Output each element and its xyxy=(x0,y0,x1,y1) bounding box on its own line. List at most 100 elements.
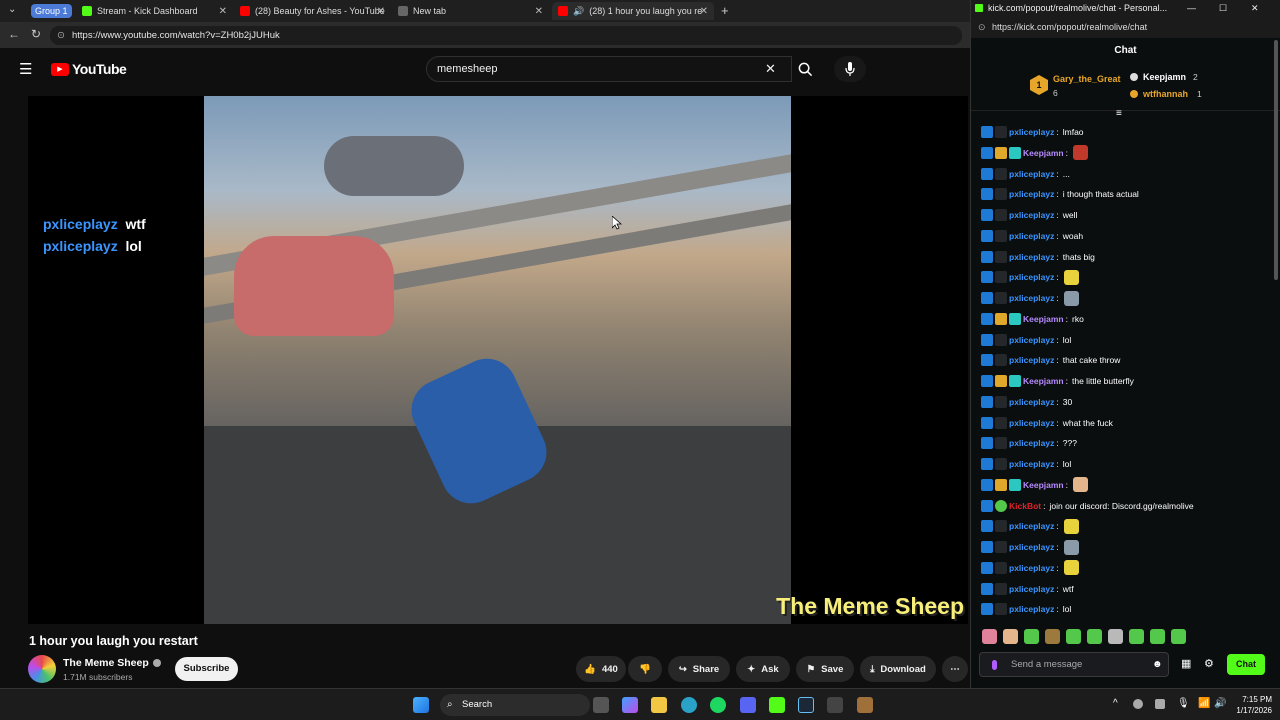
chat-username[interactable]: pxliceplayz xyxy=(1009,563,1054,573)
chat-username[interactable]: pxliceplayz xyxy=(1009,127,1054,137)
download-button[interactable]: ⤓ Download xyxy=(860,656,936,682)
taskbar-search[interactable]: ⌕ Search xyxy=(440,694,590,716)
message-input[interactable]: Send a message ☻ xyxy=(979,652,1169,677)
close-icon[interactable]: ✕ xyxy=(219,6,227,17)
emote-icon[interactable] xyxy=(1045,629,1060,644)
dislike-button[interactable]: 👎 xyxy=(628,656,662,682)
tray-icon[interactable] xyxy=(1133,699,1143,709)
site-info-icon[interactable]: ⊙ xyxy=(57,26,65,45)
minimize-icon[interactable]: — xyxy=(1187,0,1196,16)
tab-beauty-for-ashes[interactable]: (28) Beauty for Ashes - YouTube ✕ xyxy=(234,2,391,20)
chat-username[interactable]: pxliceplayz xyxy=(1009,459,1054,469)
chat-username[interactable]: Keepjamn xyxy=(1023,480,1064,490)
reload-icon[interactable]: ↻ xyxy=(31,27,41,41)
search-input[interactable]: memesheep ✕ xyxy=(426,56,792,82)
more-actions-button[interactable]: ⋯ xyxy=(942,656,968,682)
app-icon[interactable] xyxy=(857,697,873,713)
settings-icon[interactable]: ⚙ xyxy=(1204,657,1214,670)
emoji-picker-icon[interactable]: ☻ xyxy=(1152,659,1163,670)
windows-start-icon[interactable] xyxy=(413,697,429,713)
ask-button[interactable]: ✦ Ask xyxy=(736,656,790,682)
emote-icon[interactable] xyxy=(982,629,997,644)
emote-icon[interactable] xyxy=(1150,629,1165,644)
collapse-leaderboard-icon[interactable]: ≡ xyxy=(1116,108,1122,119)
search-button[interactable] xyxy=(792,56,818,82)
back-icon[interactable]: ← xyxy=(8,27,20,41)
close-icon[interactable]: ✕ xyxy=(700,6,708,17)
send-chat-button[interactable]: Chat xyxy=(1227,654,1265,675)
chat-username[interactable]: pxliceplayz xyxy=(1009,438,1054,448)
chat-username[interactable]: pxliceplayz xyxy=(1009,210,1054,220)
edge-icon[interactable] xyxy=(681,697,697,713)
menu-icon[interactable]: ☰ xyxy=(19,60,32,78)
close-icon[interactable]: ✕ xyxy=(377,6,385,17)
wifi-icon[interactable]: 📶 xyxy=(1198,698,1210,709)
chat-username[interactable]: pxliceplayz xyxy=(1009,355,1054,365)
clock[interactable]: 7:15 PM 1/17/2026 xyxy=(1228,694,1272,716)
emote-icon[interactable] xyxy=(1066,629,1081,644)
chat-username[interactable]: pxliceplayz xyxy=(1009,252,1054,262)
chat-username[interactable]: pxliceplayz xyxy=(1009,189,1054,199)
tab-group-chip[interactable]: Group 1 xyxy=(31,4,72,18)
voice-search-button[interactable] xyxy=(834,56,866,82)
chat-username[interactable]: KickBot xyxy=(1009,501,1041,511)
maximize-icon[interactable]: ☐ xyxy=(1219,0,1227,16)
chat-message: pxliceplayz:??? xyxy=(981,435,1077,451)
chat-username[interactable]: pxliceplayz xyxy=(1009,418,1054,428)
save-button[interactable]: ⚑ Save xyxy=(796,656,854,682)
emote-icon[interactable] xyxy=(1024,629,1039,644)
chat-url-bar[interactable]: ⊙ https://kick.com/popout/realmolive/cha… xyxy=(971,16,1280,38)
file-explorer-icon[interactable] xyxy=(651,697,667,713)
chat-username[interactable]: pxliceplayz xyxy=(1009,231,1054,241)
like-button[interactable]: 👍 440 xyxy=(576,656,626,682)
chat-scrollbar[interactable] xyxy=(1274,40,1278,280)
url-field[interactable]: ⊙ https://www.youtube.com/watch?v=ZH0b2j… xyxy=(50,26,962,45)
volume-icon[interactable]: 🔊 xyxy=(1214,698,1226,709)
tab-list-icon[interactable]: ⌄ xyxy=(8,4,16,15)
chat-username[interactable]: pxliceplayz xyxy=(1009,169,1054,179)
youtube-logo[interactable]: ▶ YouTube xyxy=(51,61,127,77)
emote-icon[interactable] xyxy=(1129,629,1144,644)
tab-kick-dashboard[interactable]: Stream - Kick Dashboard ✕ xyxy=(76,2,233,20)
chat-username[interactable]: pxliceplayz xyxy=(1009,521,1054,531)
chat-username[interactable]: pxliceplayz xyxy=(1009,542,1054,552)
obs-icon[interactable] xyxy=(827,697,843,713)
video-player[interactable]: pxliceplayz wtf pxliceplayz lol The Meme… xyxy=(28,96,968,624)
chat-username[interactable]: pxliceplayz xyxy=(1009,293,1054,303)
close-window-icon[interactable]: ✕ xyxy=(1251,0,1259,16)
channel-avatar[interactable] xyxy=(28,655,56,683)
chat-username[interactable]: Keepjamn xyxy=(1023,148,1064,158)
tray-icon[interactable] xyxy=(1155,699,1165,709)
chat-username[interactable]: pxliceplayz xyxy=(1009,604,1054,614)
chat-username[interactable]: pxliceplayz xyxy=(1009,584,1054,594)
clear-search-icon[interactable]: ✕ xyxy=(765,57,776,81)
steam-icon[interactable] xyxy=(798,697,814,713)
ask-label: Ask xyxy=(761,663,779,675)
tab-new-tab[interactable]: New tab ✕ xyxy=(392,2,549,20)
kick-app-icon[interactable] xyxy=(769,697,785,713)
copilot-icon[interactable] xyxy=(622,697,638,713)
close-icon[interactable]: ✕ xyxy=(535,6,543,17)
subscribe-button[interactable]: Subscribe xyxy=(175,657,238,681)
channel-name[interactable]: The Meme Sheep xyxy=(63,657,161,669)
chat-username[interactable]: Keepjamn xyxy=(1023,314,1064,324)
discord-icon[interactable] xyxy=(740,697,756,713)
new-tab-icon[interactable]: + xyxy=(721,3,729,18)
tray-chevron-icon[interactable]: ^ xyxy=(1113,698,1118,709)
search-value: memesheep xyxy=(437,63,498,75)
share-button[interactable]: ↪ Share xyxy=(668,656,730,682)
emote-icon[interactable] xyxy=(1003,629,1018,644)
store-icon[interactable]: ▦ xyxy=(1181,657,1191,670)
emote-icon[interactable] xyxy=(1171,629,1186,644)
emote-icon[interactable] xyxy=(1108,629,1123,644)
chat-username[interactable]: Keepjamn xyxy=(1023,376,1064,386)
emote-icon[interactable] xyxy=(1087,629,1102,644)
microphone-icon[interactable]: 🎙 xyxy=(1177,698,1190,709)
spotify-icon[interactable] xyxy=(710,697,726,713)
microphone-icon[interactable] xyxy=(992,660,997,670)
chat-username[interactable]: pxliceplayz xyxy=(1009,335,1054,345)
chat-username[interactable]: pxliceplayz xyxy=(1009,272,1054,282)
task-view-icon[interactable] xyxy=(593,697,609,713)
tab-active-video[interactable]: 🔊 (28) 1 hour you laugh you re ✕ xyxy=(552,2,714,20)
chat-username[interactable]: pxliceplayz xyxy=(1009,397,1054,407)
